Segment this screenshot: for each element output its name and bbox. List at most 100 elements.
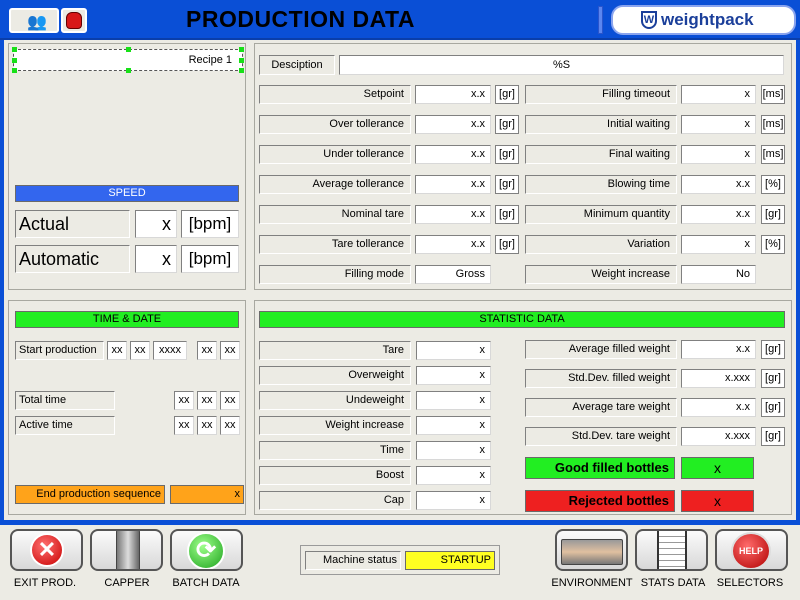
speed-actual-unit: [bpm] [181, 210, 239, 238]
selection-handle [12, 58, 17, 63]
parameter-value[interactable]: x.x [681, 175, 756, 194]
parameter-value[interactable]: x [681, 145, 756, 164]
stop-hand-button[interactable] [61, 8, 87, 33]
machine-status-label: Machine status [305, 551, 401, 570]
selection-handle [12, 68, 17, 73]
parameter-label: Filling timeout [525, 85, 677, 104]
statistic-label: Undeweight [259, 391, 411, 410]
statistic-label: Boost [259, 466, 411, 485]
parameter-value[interactable]: x.x [415, 115, 491, 134]
end-production-value: x [170, 485, 244, 504]
help-icon: HELP [731, 532, 771, 569]
good-filled-bottles-value: x [681, 457, 754, 479]
parameter-label: Weight increase [525, 265, 677, 284]
parameter-unit: [gr] [495, 175, 519, 194]
statistic-data-title: STATISTIC DATA [259, 311, 785, 328]
parameter-value[interactable]: Gross [415, 265, 491, 284]
title-separator [598, 6, 603, 34]
statistic-label: Time [259, 441, 411, 460]
selection-handle [239, 58, 244, 63]
logo-text: weightpack [661, 10, 754, 29]
start-production-value: xxxx [153, 341, 187, 360]
refresh-icon: ⟳ [187, 532, 225, 569]
parameter-label: Initial waiting [525, 115, 677, 134]
statistic-value: x [416, 441, 491, 460]
selection-handle [126, 47, 131, 52]
users-button[interactable]: 👥 [9, 8, 59, 33]
start-production-label: Start production [15, 341, 104, 360]
parameter-label: Under tollerance [259, 145, 411, 164]
parameter-unit: [gr] [761, 205, 785, 224]
start-production-value: xx [107, 341, 127, 360]
speed-title: SPEED [15, 185, 239, 202]
statistic-value: x [416, 466, 491, 485]
parameter-value[interactable]: x [681, 115, 756, 134]
parameter-value[interactable]: x.x [415, 145, 491, 164]
parameter-label: Nominal tare [259, 205, 411, 224]
environment-button[interactable] [555, 529, 628, 571]
statistic-value: x [416, 416, 491, 435]
selection-handle [239, 68, 244, 73]
parameter-value[interactable]: x [681, 85, 756, 104]
parameter-label: Setpoint [259, 85, 411, 104]
recipe-value: Recipe 1 [188, 54, 232, 66]
parameter-unit: [ms] [761, 85, 785, 104]
description-value: %S [339, 55, 784, 75]
environment-machine-icon [561, 539, 623, 565]
statistic-unit: [gr] [761, 398, 785, 417]
parameter-unit: [gr] [495, 145, 519, 164]
total-time-label: Total time [15, 391, 115, 410]
parameter-value[interactable]: x.x [415, 205, 491, 224]
statistic-unit: [gr] [761, 369, 785, 388]
active-time-value: xx [220, 416, 240, 435]
statistic-unit: [gr] [761, 427, 785, 446]
time-date-title: TIME & DATE [15, 311, 239, 328]
batch-data-label: BATCH DATA [172, 577, 240, 589]
speed-automatic-value[interactable]: x [135, 245, 177, 273]
statistic-label: Tare [259, 341, 411, 360]
statistic-value: x [416, 391, 491, 410]
batch-data-button[interactable]: ⟳ [170, 529, 243, 571]
statistic-value: x.xxx [681, 369, 756, 388]
statistic-value: x.x [681, 340, 756, 359]
rejected-bottles-value: x [681, 490, 754, 512]
active-time-value: xx [197, 416, 217, 435]
speed-actual-label: Actual [15, 210, 130, 238]
total-time-value: xx [197, 391, 217, 410]
parameter-value[interactable]: x.x [415, 85, 491, 104]
parameter-value[interactable]: x.x [415, 175, 491, 194]
stats-data-button[interactable] [635, 529, 708, 571]
selection-handle [126, 68, 131, 73]
parameter-value[interactable]: x.x [681, 205, 756, 224]
parameter-unit: [%] [761, 235, 785, 254]
start-production-value: xx [197, 341, 217, 360]
parameter-unit: [gr] [495, 115, 519, 134]
exit-prod-button[interactable]: ✕ [10, 529, 83, 571]
statistic-value: x [416, 491, 491, 510]
statistic-unit: [gr] [761, 340, 785, 359]
recipe-field[interactable]: Recipe 1 [12, 47, 244, 73]
statistic-label: Weight increase [259, 416, 411, 435]
parameter-unit: [ms] [761, 115, 785, 134]
selection-handle [12, 47, 17, 52]
statistic-label: Overweight [259, 366, 411, 385]
parameter-value[interactable]: x.x [415, 235, 491, 254]
statistic-value: x.xxx [681, 427, 756, 446]
machine-status-value: STARTUP [405, 551, 495, 570]
statistic-label: Average tare weight [525, 398, 677, 417]
selectors-button[interactable]: HELP [715, 529, 788, 571]
end-production-label: End production sequence [15, 485, 165, 504]
description-label: Desciption [259, 55, 335, 75]
good-filled-bottles-label: Good filled bottles [525, 457, 675, 479]
statistic-label: Std.Dev. tare weight [525, 427, 677, 446]
parameter-value[interactable]: No [681, 265, 756, 284]
capper-button[interactable] [90, 529, 163, 571]
clipboard-icon [657, 531, 687, 569]
statistic-label: Std.Dev. filled weight [525, 369, 677, 388]
parameter-unit: [gr] [495, 235, 519, 254]
parameter-label: Final waiting [525, 145, 677, 164]
active-time-label: Active time [15, 416, 115, 435]
statistic-value: x.x [681, 398, 756, 417]
parameter-value[interactable]: x [681, 235, 756, 254]
statistic-value: x [416, 341, 491, 360]
